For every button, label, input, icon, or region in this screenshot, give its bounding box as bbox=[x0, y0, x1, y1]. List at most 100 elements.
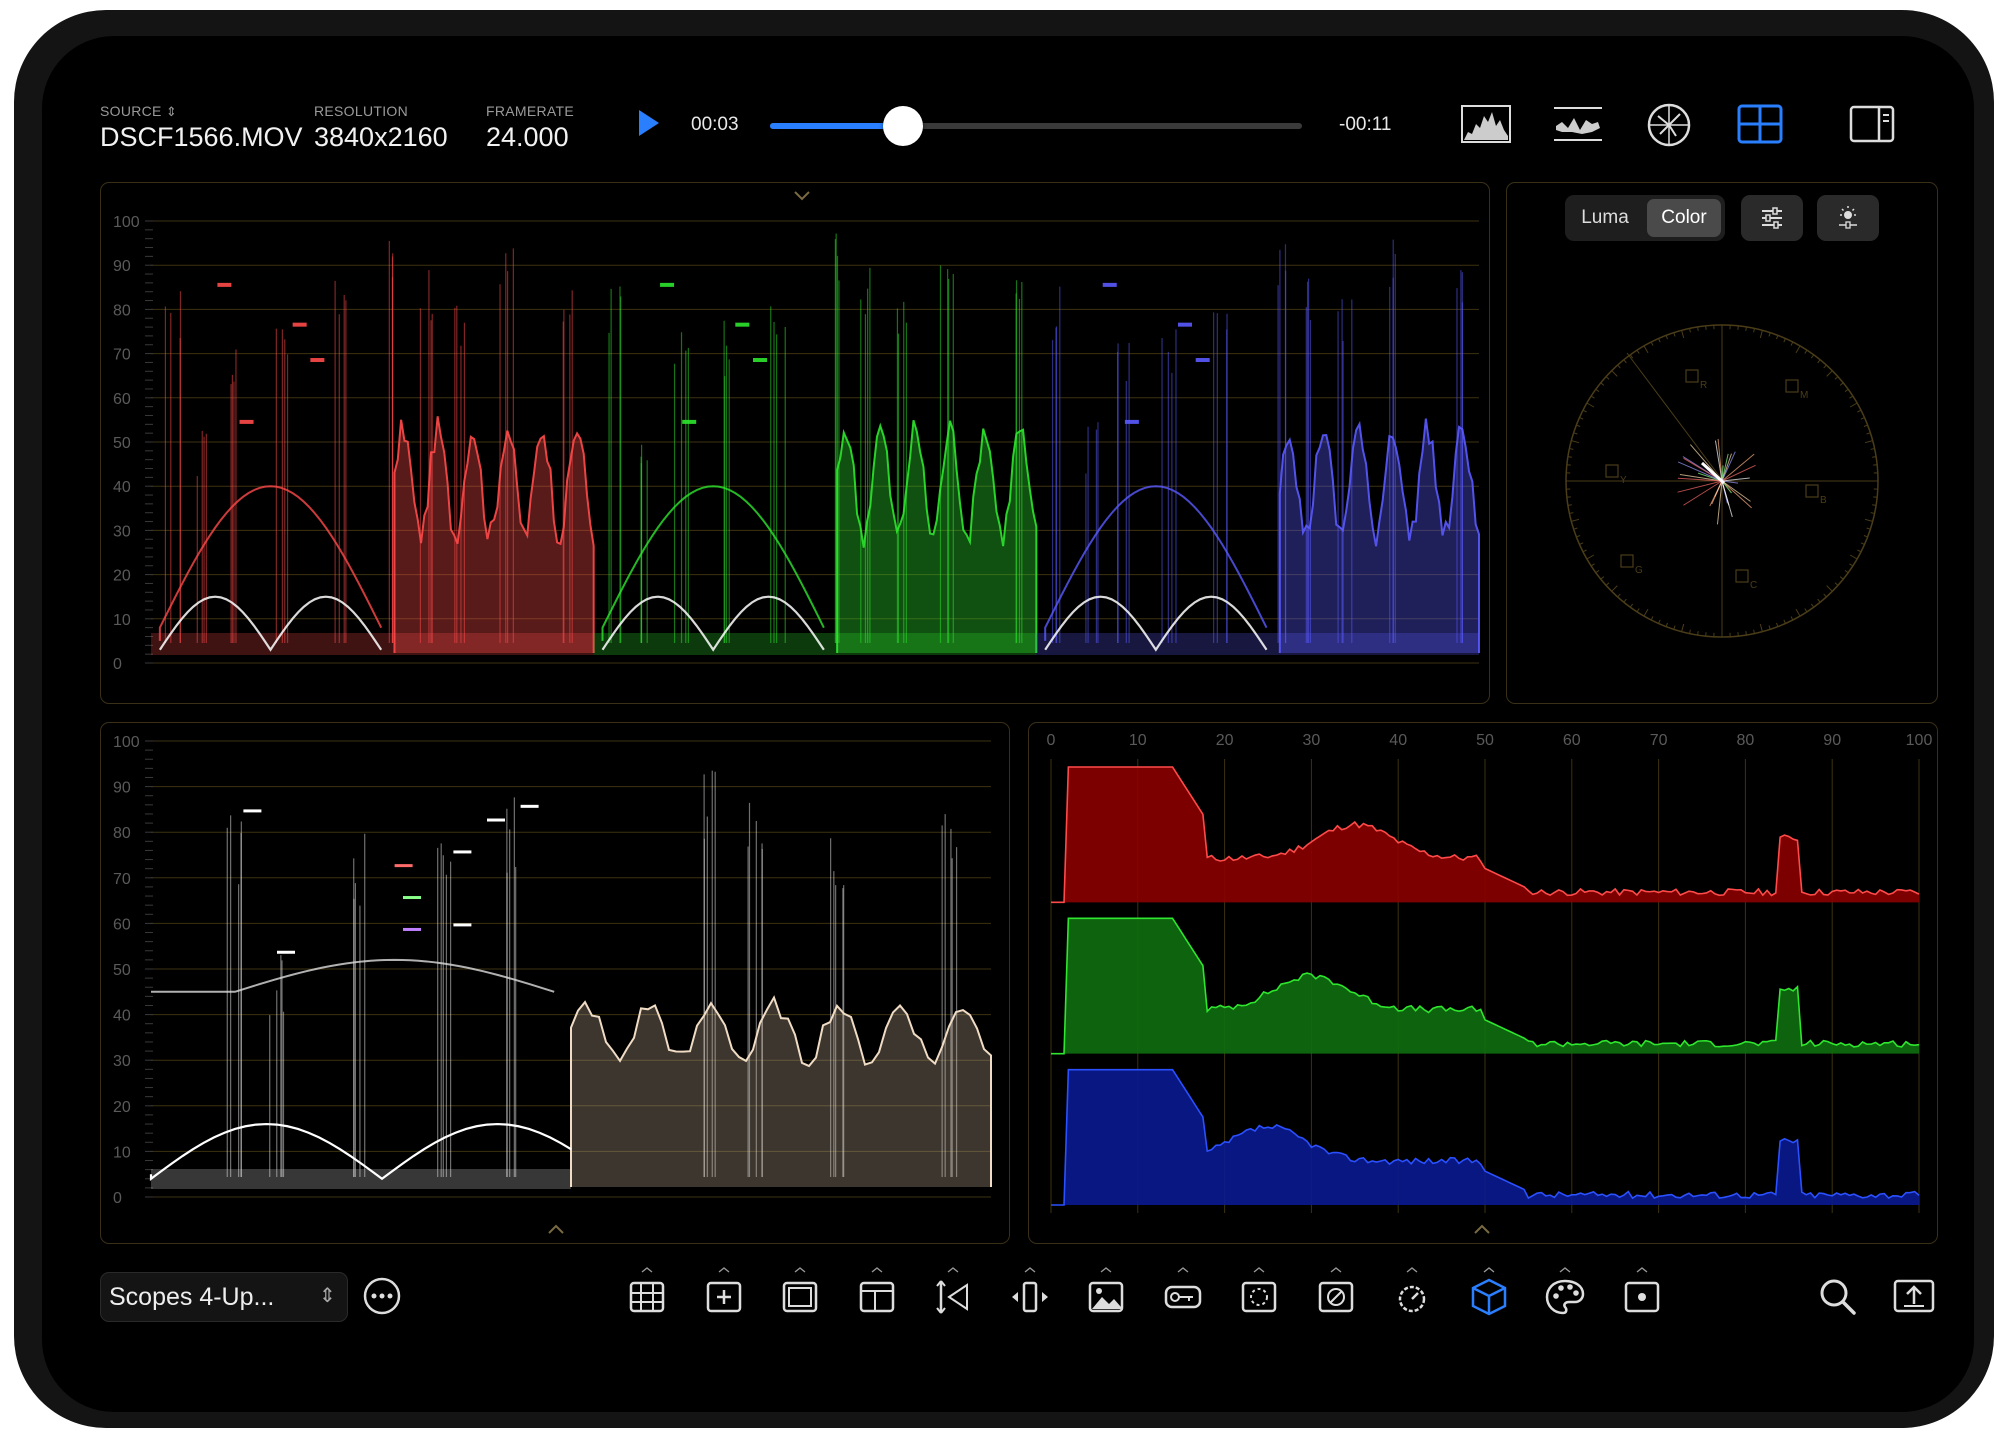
y-tick-label: 90 bbox=[113, 258, 131, 275]
y-tick-label: 0 bbox=[113, 1190, 122, 1207]
luma-mode-button[interactable]: Luma bbox=[1565, 195, 1645, 241]
play-button[interactable] bbox=[636, 108, 662, 143]
resolution-value: 3840x2160 bbox=[314, 122, 448, 152]
settings-sliders-button[interactable] bbox=[1741, 195, 1803, 241]
y-tick-label: 80 bbox=[113, 825, 131, 842]
tool-expand-chevron-icon bbox=[1636, 1260, 1648, 1278]
timer-icon[interactable] bbox=[1389, 1274, 1435, 1320]
y-tick-label: 20 bbox=[113, 568, 131, 585]
rgb-parade-panel: 100 90 80 70 60 50 40 30 20 10 0 bbox=[100, 182, 1490, 704]
preset-selector[interactable]: Scopes 4-Up... ⇕ bbox=[100, 1272, 348, 1322]
vectorscope-target-label: G bbox=[1635, 565, 1643, 576]
y-tick-label: 100 bbox=[113, 214, 140, 231]
tool-expand-chevron-icon bbox=[1483, 1260, 1495, 1278]
tool-expand-chevron-icon bbox=[1253, 1260, 1265, 1278]
y-tick-label: 10 bbox=[113, 1144, 131, 1161]
y-tick-label: 40 bbox=[113, 479, 131, 496]
split-compare-icon[interactable] bbox=[930, 1274, 976, 1320]
luma-waveform-panel: 100 90 80 70 60 50 40 30 20 10 0 bbox=[100, 722, 1010, 1244]
y-tick-label: 10 bbox=[113, 612, 131, 629]
vectorscope-target-label: M bbox=[1800, 390, 1808, 401]
source-caption: SOURCE ⇕ bbox=[100, 103, 178, 119]
framerate-caption: FRAMERATE bbox=[486, 103, 574, 119]
ellipsis-circle-icon bbox=[363, 1277, 401, 1315]
target-icon[interactable] bbox=[1619, 1274, 1665, 1320]
tool-expand-chevron-icon bbox=[1100, 1260, 1112, 1278]
mask-icon[interactable] bbox=[1236, 1274, 1282, 1320]
resolution-caption: RESOLUTION bbox=[314, 103, 409, 119]
expand-chevron-icon[interactable] bbox=[547, 1222, 565, 1240]
waveform-icon[interactable] bbox=[1552, 102, 1604, 151]
play-icon bbox=[639, 110, 659, 136]
y-tick-label: 0 bbox=[113, 656, 122, 673]
parade-channel-red bbox=[151, 241, 595, 655]
tool-expand-chevron-icon bbox=[1330, 1260, 1342, 1278]
vectorscope-target-label: R bbox=[1700, 380, 1707, 391]
x-tick-label: 10 bbox=[1129, 732, 1147, 749]
layout-icon[interactable] bbox=[854, 1274, 900, 1320]
playback-slider-knob[interactable] bbox=[883, 106, 923, 146]
x-tick-label: 90 bbox=[1823, 732, 1841, 749]
histogram-expand-chevron-icon[interactable] bbox=[1473, 1222, 1491, 1240]
vectorscope-panel: Luma Color R M B C G Y bbox=[1506, 182, 1938, 704]
disable-icon[interactable] bbox=[1313, 1274, 1359, 1320]
histogram-icon[interactable] bbox=[1460, 102, 1512, 151]
luma-color-toggle[interactable]: Luma Color bbox=[1565, 195, 1725, 241]
brightness-icon bbox=[1839, 206, 1857, 229]
grid-icon[interactable] bbox=[624, 1274, 670, 1320]
luma-waveform-scope: 1009080706050403020100 bbox=[113, 734, 992, 1207]
key-icon[interactable] bbox=[1160, 1274, 1206, 1320]
framerate-value: 24.000 bbox=[486, 122, 569, 152]
search-icon[interactable] bbox=[1817, 1276, 1857, 1321]
tablet-frame: SOURCE ⇕ DSCF1566.MOV RESOLUTION 3840x21… bbox=[14, 10, 1994, 1428]
source-chevron-icon[interactable]: ⇕ bbox=[166, 104, 177, 119]
rgb-histogram-panel: 0 10 20 30 40 50 60 70 80 90 100 bbox=[1028, 722, 1938, 1244]
vectorscope-target-label: Y bbox=[1620, 475, 1627, 486]
x-tick-label: 30 bbox=[1303, 732, 1321, 749]
x-tick-label: 70 bbox=[1650, 732, 1668, 749]
crosshair-box-icon[interactable] bbox=[701, 1274, 747, 1320]
y-tick-label: 50 bbox=[113, 962, 131, 979]
export-icon[interactable] bbox=[1892, 1276, 1936, 1321]
y-tick-label: 60 bbox=[113, 916, 131, 933]
tool-expand-chevron-icon bbox=[641, 1260, 653, 1278]
y-tick-label: 20 bbox=[113, 1099, 131, 1116]
more-options-button[interactable] bbox=[362, 1276, 402, 1321]
y-tick-label: 100 bbox=[113, 734, 140, 751]
vectorscope-icon[interactable] bbox=[1646, 102, 1692, 153]
brightness-button[interactable] bbox=[1817, 195, 1879, 241]
tool-expand-chevron-icon bbox=[718, 1260, 730, 1278]
tool-expand-chevron-icon bbox=[871, 1260, 883, 1278]
x-tick-label: 100 bbox=[1906, 732, 1933, 749]
grid-layout-icon[interactable] bbox=[1737, 104, 1783, 149]
color-mode-button[interactable]: Color bbox=[1647, 199, 1721, 237]
playback-slider[interactable] bbox=[770, 106, 1302, 146]
mirror-icon[interactable] bbox=[1007, 1274, 1053, 1320]
remaining-time: -00:11 bbox=[1339, 114, 1392, 135]
image-icon[interactable] bbox=[1083, 1274, 1129, 1320]
palette-icon[interactable] bbox=[1542, 1274, 1588, 1320]
vectorscope-target-label: B bbox=[1820, 495, 1827, 506]
y-tick-label: 70 bbox=[113, 871, 131, 888]
y-tick-label: 30 bbox=[113, 523, 131, 540]
rgb-parade-scope: 1009080706050403020100 bbox=[113, 214, 1480, 673]
source-value[interactable]: DSCF1566.MOV bbox=[100, 122, 303, 153]
y-tick-label: 70 bbox=[113, 347, 131, 364]
vectorscope-target-label: C bbox=[1750, 580, 1757, 591]
tool-expand-chevron-icon bbox=[947, 1260, 959, 1278]
elapsed-time: 00:03 bbox=[691, 114, 739, 135]
x-tick-label: 0 bbox=[1047, 732, 1056, 749]
collapse-chevron-icon[interactable] bbox=[793, 189, 811, 207]
tool-expand-chevron-icon bbox=[1024, 1260, 1036, 1278]
sidebar-icon[interactable] bbox=[1849, 104, 1895, 149]
x-tick-label: 20 bbox=[1216, 732, 1234, 749]
x-tick-label: 40 bbox=[1389, 732, 1407, 749]
frame-icon[interactable] bbox=[777, 1274, 823, 1320]
cube-icon[interactable] bbox=[1466, 1274, 1512, 1320]
preset-chevron-icon: ⇕ bbox=[319, 1285, 336, 1307]
y-tick-label: 50 bbox=[113, 435, 131, 452]
parade-channel-blue bbox=[1036, 239, 1480, 655]
x-tick-label: 50 bbox=[1476, 732, 1494, 749]
tool-expand-chevron-icon bbox=[1559, 1260, 1571, 1278]
x-tick-label: 80 bbox=[1737, 732, 1755, 749]
